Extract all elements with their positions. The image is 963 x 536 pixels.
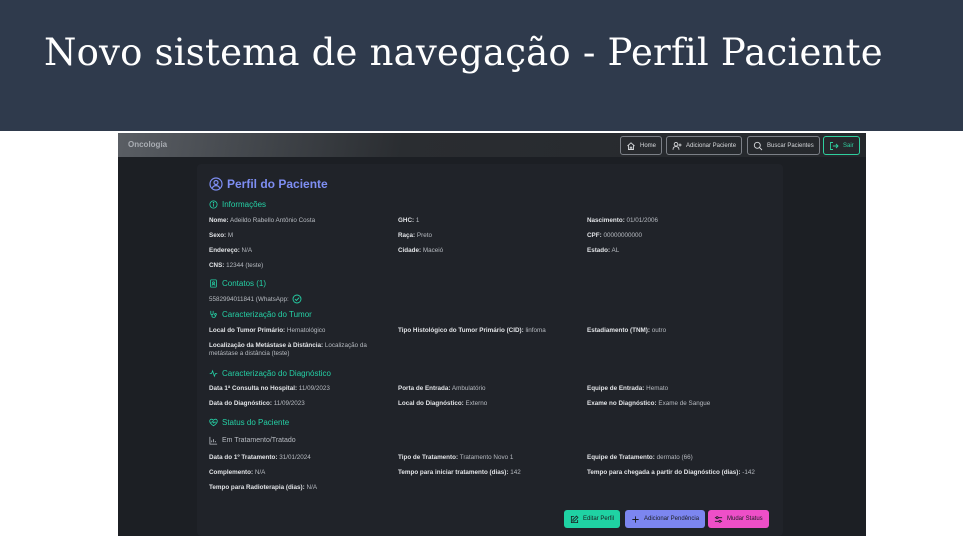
- field-metastasis: Localização da Metástase à Distância: Lo…: [209, 342, 367, 357]
- field-days-diagnosis: Tempo para chegada a partir do Diagnósti…: [587, 469, 755, 476]
- chart-icon: [209, 436, 218, 445]
- field-diagnosis-date: Data do Diagnóstico: 11/09/2023: [209, 400, 305, 407]
- check-circle-icon: [292, 294, 302, 304]
- field-complement: Complemento: N/A: [209, 469, 266, 476]
- brand-label[interactable]: Oncologia: [128, 140, 167, 149]
- exit-button[interactable]: Sair: [823, 136, 860, 155]
- search-patients-label: Buscar Pacientes: [767, 142, 814, 149]
- slide-header: Novo sistema de navegação - Perfil Pacie…: [0, 0, 963, 131]
- field-tumor-staging: Estadiamento (TNM): outro: [587, 327, 667, 334]
- sliders-icon: [714, 515, 723, 523]
- slide-title: Novo sistema de navegação - Perfil Pacie…: [44, 31, 883, 74]
- section-status: Status do Paciente: [209, 418, 289, 427]
- edit-profile-button[interactable]: Editar Perfil: [564, 510, 621, 528]
- stethoscope-icon: [210, 310, 217, 318]
- search-icon: [753, 141, 763, 150]
- change-status-button[interactable]: Mudar Status: [708, 510, 769, 528]
- page-title-text: Perfil do Paciente: [227, 177, 328, 191]
- exit-label: Sair: [843, 142, 854, 149]
- user-plus-icon: [672, 141, 682, 150]
- field-state: Estado: AL: [587, 247, 620, 254]
- field-diagnosis-place: Local do Diagnóstico: Externo: [398, 400, 488, 407]
- app-screenshot: Oncologia Home Adicionar Paciente Buscar…: [118, 133, 866, 536]
- contact-phone: 5582994011841 (WhatsApp:: [209, 294, 302, 304]
- section-info-title: Informações: [222, 200, 267, 209]
- field-first-visit: Data 1ª Consulta no Hospital: 11/09/2023: [209, 385, 330, 392]
- field-cns: CNS: 12344 (teste): [209, 262, 264, 269]
- add-patient-label: Adicionar Paciente: [686, 142, 737, 149]
- field-cpf: CPF: 00000000000: [587, 232, 642, 239]
- section-tumor-title: Caracterização do Tumor: [222, 310, 312, 319]
- edit-icon: [570, 515, 579, 523]
- section-contacts-title: Contatos (1): [222, 279, 267, 288]
- home-label: Home: [640, 142, 657, 149]
- page-title: Perfil do Paciente: [209, 177, 328, 191]
- add-patient-button[interactable]: Adicionar Paciente: [666, 136, 743, 155]
- search-patients-button[interactable]: Buscar Pacientes: [747, 136, 820, 155]
- top-navbar: Oncologia Home Adicionar Paciente Buscar…: [118, 133, 866, 157]
- patient-profile-card: Perfil do Paciente Informações Nome: Ade…: [197, 164, 783, 536]
- contact-book-icon: [210, 279, 217, 288]
- field-tumor-primary: Local do Tumor Primário: Hematológico: [209, 327, 326, 334]
- section-contacts: Contatos (1): [209, 279, 266, 288]
- field-city: Cidade: Maceió: [398, 247, 444, 254]
- field-birth: Nascimento: 01/01/2006: [587, 217, 659, 224]
- activity-icon: [209, 369, 218, 378]
- add-pending-button[interactable]: Adicionar Pendência: [625, 510, 706, 528]
- status-value: Em Tratamento/Tratado: [209, 436, 296, 445]
- field-first-treatment: Data do 1º Tratamento: 31/01/2024: [209, 454, 311, 461]
- home-button[interactable]: Home: [620, 136, 663, 155]
- section-tumor: Caracterização do Tumor: [209, 310, 312, 319]
- field-race: Raça: Preto: [398, 232, 432, 239]
- field-treatment-type: Tipo de Tratamento: Tratamento Novo 1: [398, 454, 514, 461]
- field-entry: Porta de Entrada: Ambulatório: [398, 385, 486, 392]
- field-tumor-histology: Tipo Histológico do Tumor Primário (CID)…: [398, 327, 546, 334]
- field-diagnosis-exam: Exame no Diagnóstico: Exame de Sangue: [587, 400, 711, 407]
- field-radiotherapy: Tempo para Radioterapia (dias): N/A: [209, 484, 318, 491]
- field-address: Endereço: N/A: [209, 247, 253, 254]
- user-circle-icon: [209, 177, 223, 191]
- section-diagnosis: Caracterização do Diagnóstico: [209, 369, 331, 378]
- logout-icon: [830, 141, 839, 150]
- info-icon: [209, 200, 218, 209]
- section-info: Informações: [209, 200, 266, 209]
- field-treatment-team: Equipe de Tratamento: dermato (66): [587, 454, 693, 461]
- field-sex: Sexo: M: [209, 232, 234, 239]
- field-entry-team: Equipe de Entrada: Hemato: [587, 385, 669, 392]
- field-ghc: GHC: 1: [398, 217, 420, 224]
- home-icon: [627, 141, 635, 150]
- section-diagnosis-title: Caracterização do Diagnóstico: [222, 369, 331, 378]
- heart-pulse-icon: [209, 418, 218, 427]
- section-status-title: Status do Paciente: [222, 418, 290, 427]
- plus-icon: [632, 515, 639, 523]
- field-name: Nome: Adeildo Rabello Antônio Costa: [209, 217, 316, 224]
- field-days-start: Tempo para iniciar tratamento (dias): 14…: [398, 469, 521, 476]
